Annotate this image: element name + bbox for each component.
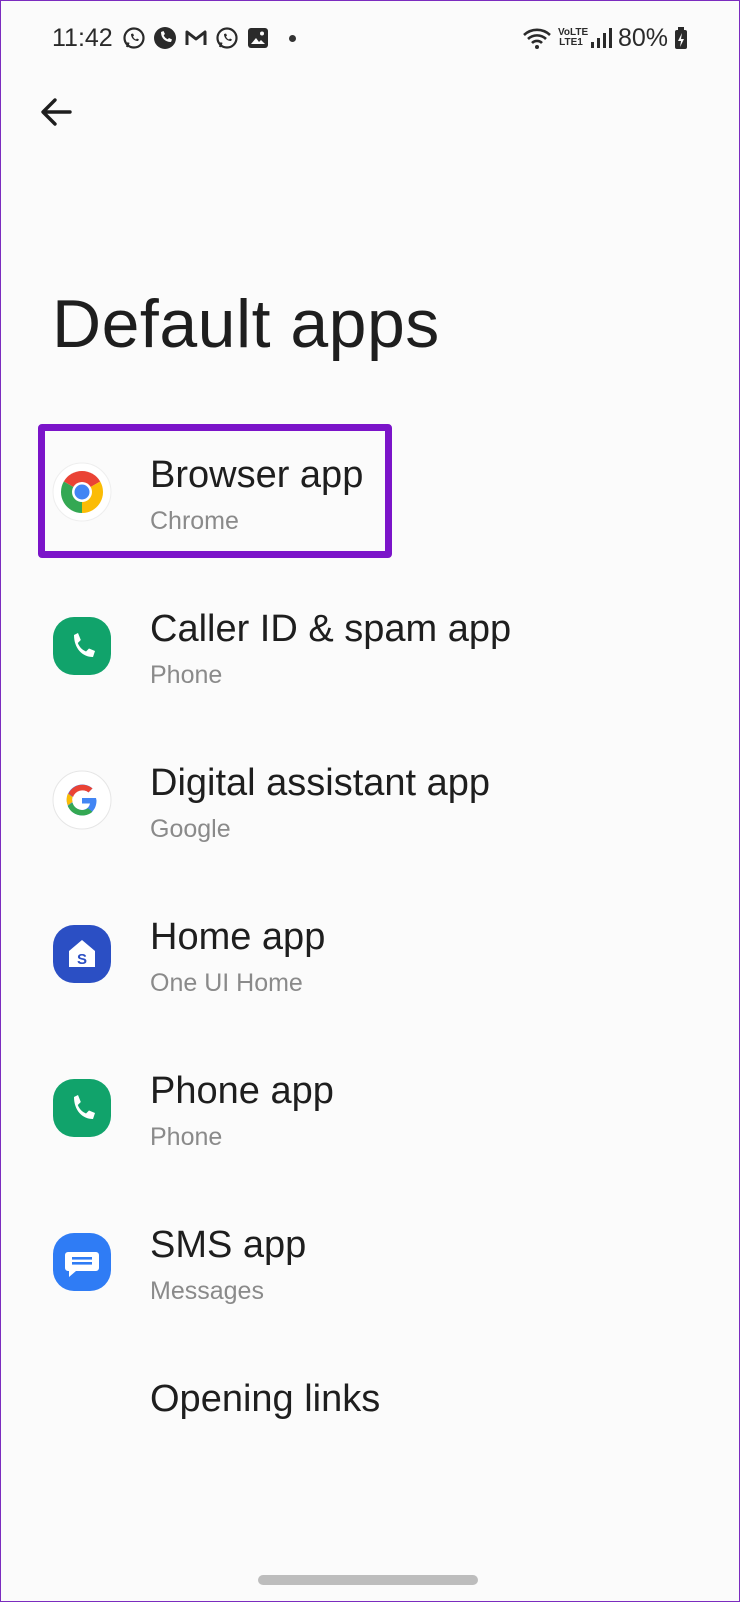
page-title: Default apps [52, 286, 440, 362]
status-right: VoLTE LTE1 80% [522, 24, 688, 53]
phone-app-icon [52, 1078, 112, 1138]
item-subtitle: Google [150, 815, 231, 843]
google-icon [52, 770, 112, 830]
item-label: Opening links [150, 1378, 381, 1420]
item-label: Phone app [150, 1070, 334, 1112]
whatsapp-icon [214, 25, 240, 51]
item-subtitle: One UI Home [150, 969, 303, 997]
network-type: VoLTE LTE1 [557, 27, 589, 48]
notification-icons [121, 25, 271, 51]
list-item-phone-app[interactable]: Phone app Phone [0, 1026, 740, 1176]
phone-call-icon [152, 25, 178, 51]
gallery-icon [245, 25, 271, 51]
more-notifications-dot [288, 34, 296, 42]
whatsapp-icon [121, 25, 147, 51]
list-item-home-app[interactable]: S Home app One UI Home [0, 872, 740, 1022]
item-subtitle: Phone [150, 1123, 223, 1151]
home-indicator[interactable] [258, 1575, 478, 1585]
gmail-icon [183, 25, 209, 51]
one-ui-home-icon: S [52, 924, 112, 984]
list-item-sms-app[interactable]: SMS app Messages [0, 1180, 740, 1330]
item-label: Caller ID & spam app [150, 608, 512, 650]
status-bar: 11:42 VoLTE LTE1 80% [52, 20, 688, 56]
messages-icon [52, 1232, 112, 1292]
battery-charging-icon [675, 27, 687, 49]
list-item-caller-id-spam-app[interactable]: Caller ID & spam app Phone [0, 564, 740, 714]
highlight-box [38, 424, 392, 558]
item-subtitle: Messages [150, 1277, 264, 1305]
back-button[interactable] [34, 90, 78, 134]
item-label: Digital assistant app [150, 762, 491, 804]
status-time: 11:42 [52, 23, 113, 52]
wifi-icon [523, 28, 551, 49]
item-subtitle: Phone [150, 661, 223, 689]
svg-text:S: S [77, 951, 87, 968]
list-item-opening-links[interactable]: Opening links [0, 1334, 740, 1454]
battery-percentage: 80% [617, 23, 668, 52]
item-label: Home app [150, 916, 326, 958]
arrow-left-icon [41, 98, 72, 126]
phone-app-icon [52, 616, 112, 676]
item-label: SMS app [150, 1224, 307, 1266]
list-item-digital-assistant-app[interactable]: Digital assistant app Google [0, 718, 740, 868]
signal-icon [590, 28, 612, 48]
